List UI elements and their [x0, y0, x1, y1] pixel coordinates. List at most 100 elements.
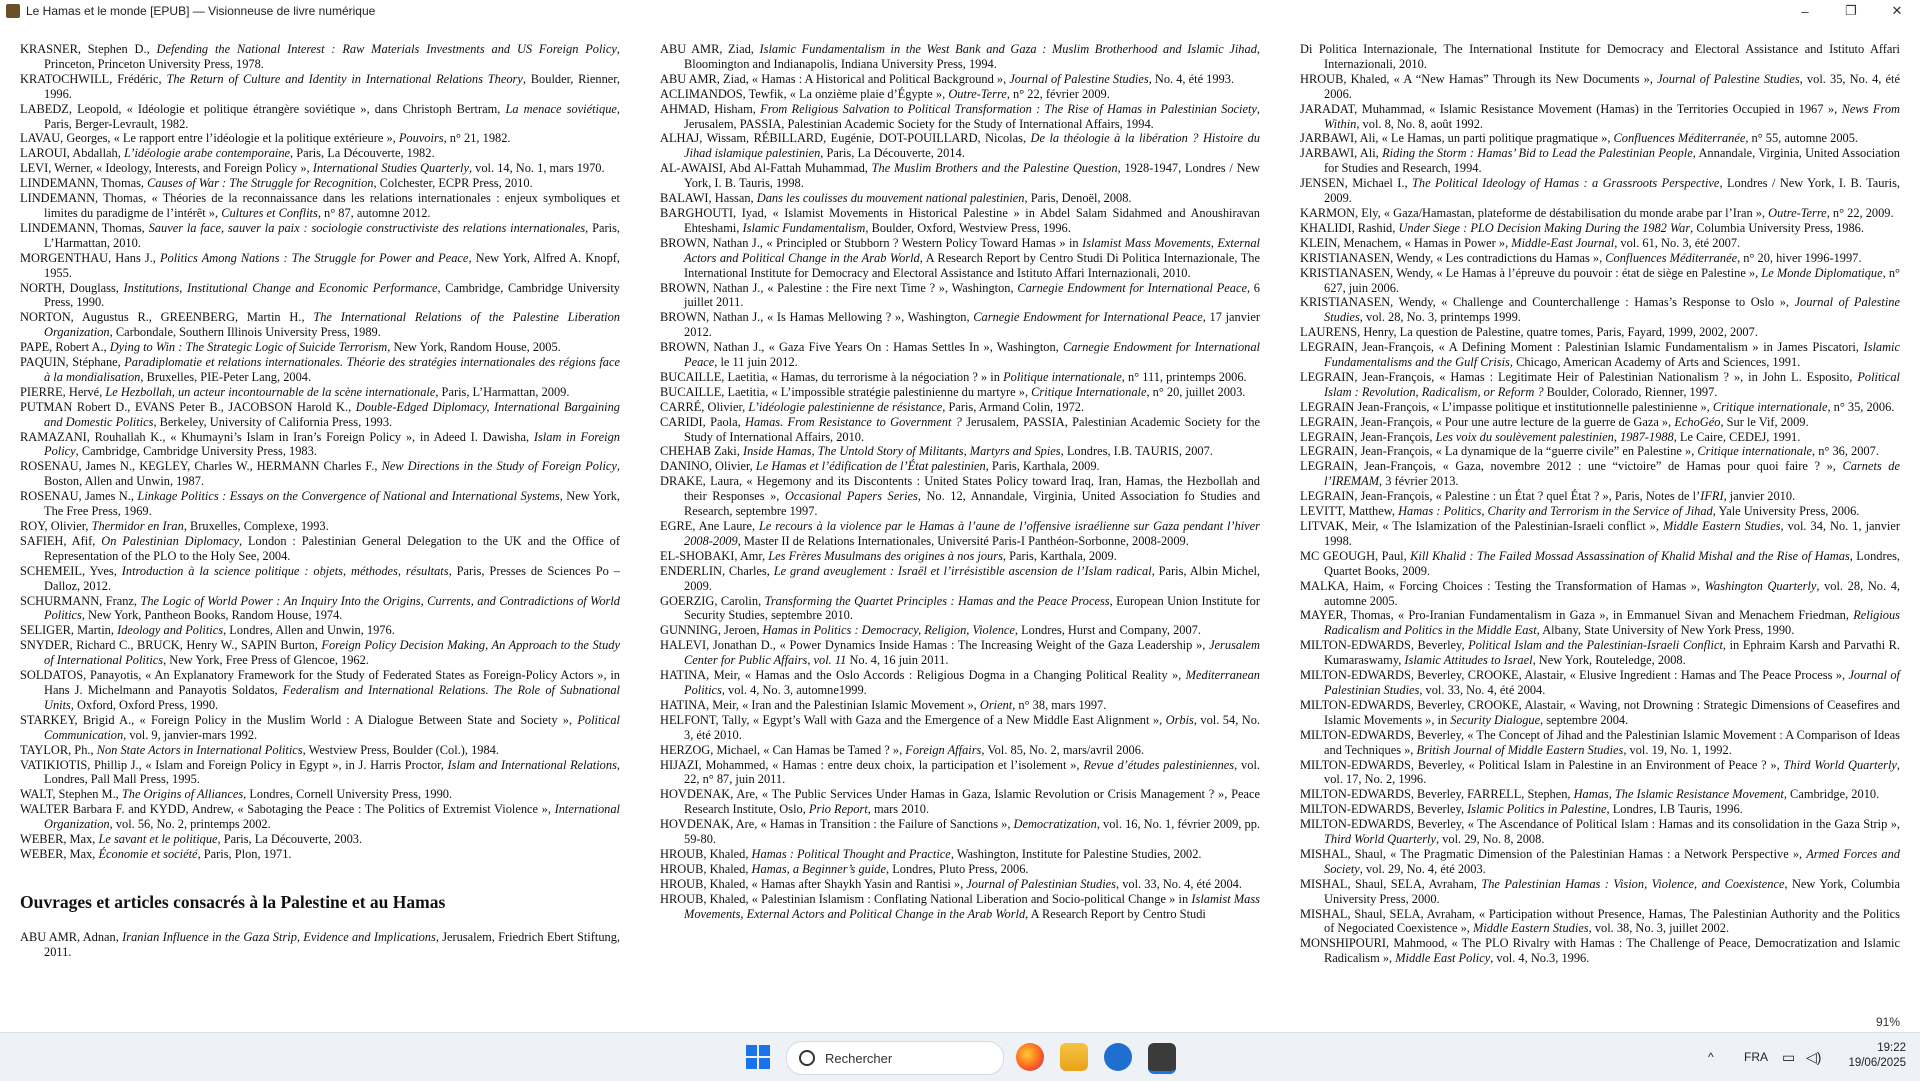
bibliography-entry: WEBER, Max, Économie et société, Paris, …: [20, 846, 292, 861]
maximize-button[interactable]: ❐: [1828, 0, 1874, 22]
bibliography-entry: LAVAU, Georges, « Le rapport entre l’idé…: [20, 131, 511, 146]
bibliography-list: Di Politica Internazionale, The Internat…: [1300, 42, 1900, 966]
bibliography-entry: HROUB, Khaled, « A “New Hamas” Through i…: [1300, 71, 1900, 101]
bibliography-entry: MALKA, Haim, « Forcing Choices : Testing…: [1300, 578, 1901, 608]
bibliography-entry: BROWN, Nathan J., « Gaza Five Years On :…: [660, 340, 1260, 370]
bibliography-entry: BROWN, Nathan J., « Palestine : the Fire…: [660, 280, 1261, 310]
bibliography-entry: MILTON-EDWARDS, Beverley, Islamic Politi…: [1300, 802, 1743, 817]
bibliography-entry: KRATOCHWILL, Frédéric, The Return of Cul…: [20, 71, 620, 101]
bibliography-entry: KRISTIANASEN, Wendy, « Challenge and Cou…: [1300, 295, 1900, 325]
bibliography-entry: MC GEOUGH, Paul, Kill Khalid : The Faile…: [1300, 548, 1901, 578]
bibliography-entry: CARRÉ, Olivier, L’idéologie palestinienn…: [660, 399, 1085, 414]
bibliography-entry: MILTON-EDWARDS, Beverley, « The Concept …: [1300, 727, 1900, 757]
bibliography-list: ABU AMR, Ziad, Islamic Fundamentalism in…: [660, 42, 1260, 921]
tray-chevron[interactable]: ^: [1708, 1033, 1714, 1081]
bibliography-entry: GOERZIG, Carolin, Transforming the Quart…: [660, 593, 1260, 623]
bibliography-entry: NORTON, Augustus R., GREENBERG, Martin H…: [20, 310, 620, 340]
bibliography-entry: STARKEY, Brigid A., « Foreign Policy in …: [20, 712, 620, 742]
bibliography-entry: LEGRAIN, Jean-François, « Pour une autre…: [1300, 414, 1809, 429]
bibliography-entry: KLEIN, Menachem, « Hamas in Power », Mid…: [1300, 235, 1741, 250]
bibliography-entry: BROWN, Nathan J., « Principled or Stubbo…: [660, 235, 1260, 280]
bibliography-entry: HATINA, Meir, « Iran and the Palestinian…: [660, 697, 1107, 712]
book-page[interactable]: KRASNER, Stephen D., Defending the Natio…: [0, 42, 1920, 1032]
bibliography-entry: HOVDENAK, Are, « The Public Services Und…: [660, 787, 1260, 817]
taskbar-search[interactable]: Rechercher: [786, 1041, 1004, 1075]
bibliography-entry: WALTER Barbara F. and KYDD, Andrew, « Sa…: [20, 802, 620, 832]
bibliography-entry: MISHAL, Shaul, SELA, Avraham, The Palest…: [1300, 876, 1900, 906]
bibliography-entry: LEGRAIN, Jean-François, « Gaza, novembre…: [1300, 459, 1900, 489]
bibliography-entry: ABU AMR, Ziad, « Hamas : A Historical an…: [660, 71, 1235, 86]
bibliography-entry: LEGRAIN, Jean-François, « Palestine : un…: [1300, 489, 1796, 504]
bibliography-entry: TAYLOR, Ph., Non State Actors in Interna…: [20, 742, 499, 757]
language-indicator[interactable]: FRA: [1744, 1033, 1768, 1081]
bibliography-list: ABU AMR, Adnan, Iranian Influence in the…: [20, 930, 620, 960]
minimize-button[interactable]: –: [1782, 0, 1828, 22]
bibliography-entry: NORTH, Douglass, Institutions, Instituti…: [20, 280, 620, 310]
bibliography-entry: Di Politica Internazionale, The Internat…: [1300, 42, 1900, 71]
bibliography-entry: MILTON-EDWARDS, Beverley, CROOKE, Alasta…: [1300, 668, 1900, 697]
bibliography-entry: LEVI, Werner, « Ideology, Interests, and…: [20, 161, 605, 176]
bibliography-entry: LINDEMANN, Thomas, Sauver la face, sauve…: [20, 220, 620, 250]
search-icon: [799, 1050, 815, 1066]
file-explorer-icon[interactable]: [1060, 1043, 1088, 1071]
bibliography-entry: HROUB, Khaled, « Hamas after Shaykh Yasi…: [660, 876, 1242, 891]
bibliography-entry: HIJAZI, Mohammed, « Hamas : entre deux c…: [660, 757, 1260, 787]
bibliography-entry: DANINO, Olivier, Le Hamas et l’édificati…: [660, 459, 1100, 474]
bibliography-entry: HROUB, Khaled, Hamas, a Beginner’s guide…: [660, 861, 1029, 876]
bibliography-entry: VATIKIOTIS, Phillip J., « Islam and Fore…: [20, 757, 621, 787]
bibliography-entry: LEGRAIN, Jean-François, « Hamas : Legiti…: [1300, 369, 1900, 399]
bibliography-list: KRASNER, Stephen D., Defending the Natio…: [20, 42, 620, 862]
bibliography-entry: ALHAJ, Wissam, RÉBILLARD, Eugénie, DOT-P…: [660, 131, 1260, 161]
bibliography-entry: HERZOG, Michael, « Can Hamas be Tamed ? …: [660, 742, 1145, 757]
bibliography-entry: BUCAILLE, Laetitia, « L’impossible strat…: [660, 384, 1246, 399]
bibliography-entry: ACLIMANDOS, Tewfik, « La onzième plaie d…: [660, 86, 1110, 101]
clock[interactable]: 19:22 19/06/2025: [1848, 1041, 1906, 1071]
windows-start-button[interactable]: [746, 1045, 770, 1069]
qbittorrent-icon[interactable]: [1104, 1043, 1132, 1071]
bibliography-entry: PUTMAN Robert D., EVANS Peter B., JACOBS…: [20, 399, 620, 429]
bibliography-entry: LINDEMANN, Thomas, « Théories de la reco…: [20, 191, 620, 220]
bibliography-entry: WALT, Stephen M., The Origins of Allianc…: [20, 787, 453, 802]
volume-icon[interactable]: ◁): [1806, 1033, 1821, 1081]
bibliography-entry: SAFIEH, Afif, On Palestinian Diplomacy, …: [20, 533, 621, 563]
bibliography-entry: LEGRAIN, Jean-François, « La dynamique d…: [1300, 444, 1879, 459]
bibliography-entry: ABU AMR, Adnan, Iranian Influence in the…: [20, 929, 620, 959]
bibliography-entry: LEVITT, Matthew, Hamas : Politics, Chari…: [1300, 504, 1860, 519]
bibliography-entry: CARIDI, Paola, Hamas. From Resistance to…: [660, 414, 1260, 444]
bibliography-entry: AHMAD, Hisham, From Religious Salvation …: [660, 101, 1261, 131]
bibliography-entry: PAQUIN, Stéphane, Paradiplomatie et rela…: [20, 355, 620, 384]
bibliography-entry: PAPE, Robert A., Dying to Win : The Stra…: [20, 340, 561, 355]
bibliography-entry: LABEDZ, Leopold, « Idéologie et politiqu…: [20, 101, 620, 131]
clock-time: 19:22: [1877, 1042, 1906, 1054]
window-titlebar: Le Hamas et le monde [EPUB] — Visionneus…: [0, 0, 1920, 22]
bibliography-entry: SELIGER, Martin, Ideology and Politics, …: [20, 623, 395, 638]
bibliography-entry: MILTON-EDWARDS, Beverley, CROOKE, Alasta…: [1300, 697, 1900, 727]
bibliography-entry: BALAWI, Hassan, Dans les coulisses du mo…: [660, 191, 1132, 206]
network-icon[interactable]: ▭: [1782, 1033, 1795, 1081]
window-title: Le Hamas et le monde [EPUB] — Visionneus…: [26, 4, 376, 18]
bibliography-entry: ROY, Olivier, Thermidor en Iran, Bruxell…: [20, 519, 329, 533]
bibliography-entry: BARGHOUTI, Iyad, « Islamist Movements in…: [660, 205, 1260, 235]
bibliography-entry: JENSEN, Michael I., The Political Ideolo…: [1300, 176, 1900, 206]
bibliography-entry: GUNNING, Jeroen, Hamas in Politics : Dem…: [660, 623, 1201, 638]
bibliography-entry: KARMON, Ely, « Gaza/Hamastan, plateforme…: [1300, 205, 1894, 220]
bibliography-entry: MILTON-EDWARDS, Beverley, FARRELL, Steph…: [1300, 787, 1880, 802]
bibliography-entry: HATINA, Meir, « Hamas and the Oslo Accor…: [660, 668, 1260, 697]
firefox-icon[interactable]: [1016, 1043, 1044, 1071]
bibliography-entry: MORGENTHAU, Hans J., Politics Among Nati…: [20, 250, 621, 280]
bibliography-entry: MILTON-EDWARDS, Beverley, « The Ascendan…: [1300, 817, 1900, 847]
bibliography-entry: ROSENAU, James N., KEGLEY, Charles W., H…: [20, 459, 620, 489]
zoom-level: 91%: [1875, 1015, 1900, 1029]
bibliography-entry: HALEVI, Jonathan D., « Power Dynamics In…: [660, 638, 1260, 668]
bibliography-entry: MONSHIPOURI, Mahmood, « The PLO Rivalry …: [1300, 936, 1900, 966]
clock-date: 19/06/2025: [1848, 1057, 1906, 1069]
bibliography-entry: BROWN, Nathan J., « Is Hamas Mellowing ?…: [660, 310, 1260, 340]
bibliography-entry: LEGRAIN Jean-François, « L’impasse polit…: [1300, 399, 1895, 414]
ebook-viewer-icon[interactable]: [1148, 1043, 1176, 1074]
bibliography-entry: HROUB, Khaled, Hamas : Political Thought…: [660, 846, 1202, 861]
bibliography-entry: EGRE, Ane Laure, Le recours à la violenc…: [660, 519, 1260, 548]
bibliography-entry: SCHEMEIL, Yves, Introduction à la scienc…: [20, 563, 620, 593]
bibliography-entry: HOVDENAK, Are, « Hamas in Transition : t…: [660, 817, 1260, 847]
close-button[interactable]: ✕: [1874, 0, 1920, 22]
bibliography-entry: EL-SHOBAKI, Amr, Les Frères Musulmans de…: [660, 548, 1117, 563]
